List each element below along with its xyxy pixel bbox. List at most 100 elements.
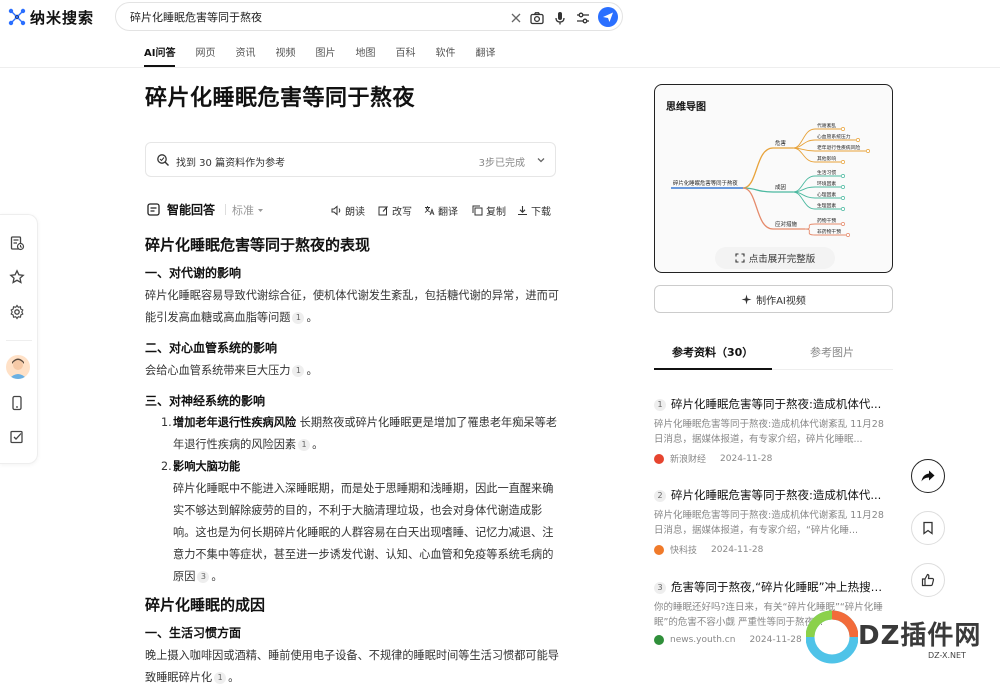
causes-heading: 碎片化睡眠的成因 — [145, 596, 266, 614]
main-content: 碎片化睡眠危害等同于熬夜 — [145, 80, 565, 112]
mind-map-leaf-node: 药物干预 — [817, 217, 836, 224]
like-button[interactable] — [911, 563, 945, 597]
mind-map-leaf-dot — [866, 149, 870, 153]
references-summary[interactable]: 找到 30 篇资料作为参考 3步已完成 — [145, 142, 556, 177]
history-icon[interactable] — [9, 235, 25, 251]
reference-number: 2 — [654, 490, 666, 502]
translate-icon — [424, 206, 435, 216]
mind-map-leaf-node: 代谢紊乱 — [817, 122, 836, 129]
tab-images[interactable]: 图片 — [315, 44, 335, 67]
list-number: 2. — [161, 460, 172, 473]
tab-software[interactable]: 软件 — [435, 44, 455, 67]
expand-button[interactable]: 点击展开完整版 — [715, 247, 835, 269]
logo[interactable]: 纳米搜索 — [8, 6, 94, 28]
nervous-heading: 三、对神经系统的影响 — [145, 394, 266, 408]
star-icon[interactable] — [9, 269, 25, 285]
copy-button[interactable]: 复制 — [472, 203, 506, 218]
top-header: 纳米搜索 AI问答 网页 资讯 视频 图片 地图 百科 软件 翻译 — [0, 0, 1000, 68]
make-ai-video-button[interactable]: 制作AI视频 — [654, 285, 893, 313]
tab-translate[interactable]: 翻译 — [475, 44, 495, 67]
reference-date: 2024-11-28 — [720, 453, 773, 464]
search-input[interactable] — [130, 8, 490, 26]
mind-map-branch-node: 成因 — [775, 183, 787, 191]
mind-map-leaf-connector — [792, 191, 816, 210]
tab-ai[interactable]: AI问答 — [144, 44, 176, 67]
rail-divider — [6, 340, 32, 341]
answer-content: 碎片化睡眠危害等同于熬夜的表现 一、对代谢的影响 碎片化睡眠容易导致代谢综合征，… — [145, 234, 560, 689]
speaker-icon — [331, 205, 341, 216]
mind-map-leaf-connector — [804, 228, 816, 236]
bookmark-icon — [923, 521, 933, 535]
list-item: 1. 增加老年退行性疾病风险 长期熬夜或碎片化睡眠更是增加了罹患老年痴呆等老年退… — [145, 412, 560, 456]
left-toolbar — [0, 214, 38, 464]
effects-heading: 碎片化睡眠危害等同于熬夜的表现 — [145, 236, 371, 254]
reference-snippet: 碎片化睡眠危害等同于熬夜:造成机体代谢紊乱 11月28日消息，据媒体报道，有专家… — [654, 419, 884, 445]
gear-icon[interactable] — [9, 304, 25, 320]
citation-badge[interactable]: 3 — [197, 571, 210, 583]
active-tab-indicator — [654, 368, 772, 370]
reference-number: 3 — [654, 582, 666, 594]
microphone-icon[interactable] — [552, 10, 568, 26]
mind-map-leaf-connector — [792, 128, 816, 149]
list-item: 2. 影响大脑功能 碎片化睡眠中不能进入深睡眠期，而是处于思睡期和浅睡期，因此一… — [145, 456, 560, 588]
cardio-paragraph: 会给心血管系统带来巨大压力 1。 — [145, 364, 318, 377]
bookmark-button[interactable] — [911, 511, 945, 545]
list-item-title: 影响大脑功能 — [173, 460, 241, 473]
reference-item[interactable]: 1 碎片化睡眠危害等同于熬夜:造成机体代... 碎片化睡眠危害等同于熬夜:造成机体… — [654, 396, 884, 465]
mind-map-leaf-dot — [841, 196, 845, 200]
metabolism-paragraph: 碎片化睡眠容易导致代谢综合征，使机体代谢发生紊乱，包括糖代谢的异常，进而可能引发… — [145, 289, 559, 324]
mind-map-leaf-dot — [841, 185, 845, 189]
watermark-logo-icon — [806, 610, 858, 664]
tab-references[interactable]: 参考资料（30） — [672, 344, 753, 360]
mobile-icon[interactable] — [9, 395, 25, 411]
mind-map-card[interactable]: 思维导图 碎片化睡眠危害等同于熬夜 危害 代谢紊乱 心血管系统压力 老年退行性疾病风险其… — [654, 84, 893, 273]
habits-text: 晚上摄入咖啡因或酒精、睡前使用电子设备、不规律的睡眠时间等生活习惯都可能导致睡眠… — [145, 649, 559, 684]
tab-video[interactable]: 视频 — [275, 44, 295, 67]
mind-map-leaf-dot — [841, 174, 845, 178]
tab-reference-images[interactable]: 参考图片 — [810, 344, 854, 360]
list-item-title: 增加老年退行性疾病风险 — [173, 416, 297, 429]
citation-badge[interactable]: 1 — [292, 365, 305, 377]
page-title: 碎片化睡眠危害等同于熬夜 — [145, 86, 416, 111]
search-tabs: AI问答 网页 资讯 视频 图片 地图 百科 软件 翻译 — [144, 44, 515, 67]
tab-web[interactable]: 网页 — [195, 44, 215, 67]
sparkle-icon — [741, 294, 752, 304]
camera-icon[interactable] — [529, 10, 545, 26]
mind-map-leaf-node: 非药物干预 — [817, 228, 841, 235]
cardio-text: 会给心血管系统带来巨大压力 — [145, 364, 291, 377]
read-aloud-button[interactable]: 朗读 — [331, 203, 365, 218]
reference-date: 2024-11-28 — [749, 635, 802, 645]
reference-title: 危害等同于熬夜,“碎片化睡眠”冲上热搜!... — [671, 580, 884, 594]
mind-map-leaf-node: 心血管系统压力 — [817, 133, 851, 140]
translate-button[interactable]: 翻译 — [424, 203, 458, 218]
citation-badge[interactable]: 1 — [298, 439, 311, 451]
references-count: 找到 30 篇资料作为参考 — [176, 158, 286, 169]
download-label: 下载 — [531, 207, 551, 218]
copy-label: 复制 — [486, 207, 506, 218]
search-box — [115, 2, 623, 31]
reference-title: 碎片化睡眠危害等同于熬夜:造成机体代... — [671, 488, 882, 502]
share-button[interactable] — [911, 459, 945, 493]
mind-map-leaf-dot — [841, 160, 845, 164]
mode-select[interactable]: 标准 — [232, 202, 264, 218]
citation-badge[interactable]: 1 — [292, 312, 305, 324]
settings-sliders-icon[interactable] — [575, 10, 591, 26]
rewrite-label: 改写 — [392, 207, 412, 218]
tab-maps[interactable]: 地图 — [355, 44, 375, 67]
habits-heading: 一、生活习惯方面 — [145, 626, 242, 640]
clear-icon[interactable] — [508, 10, 524, 26]
avatar[interactable] — [6, 355, 30, 379]
mind-map-leaf-dot — [841, 207, 845, 211]
reference-item[interactable]: 2 碎片化睡眠危害等同于熬夜:造成机体代... 碎片化睡眠危害等同于熬夜:造成机体… — [654, 487, 884, 556]
mind-map-diagram: 碎片化睡眠危害等同于熬夜 危害 代谢紊乱心血管系统压力老年退行性疾病风险其他影响成因… — [671, 122, 870, 237]
edit-note-icon[interactable] — [9, 429, 25, 445]
tab-baike[interactable]: 百科 — [395, 44, 415, 67]
mind-map-branch-node: 危害 — [775, 139, 787, 147]
copy-icon — [472, 205, 483, 216]
tab-news[interactable]: 资讯 — [235, 44, 255, 67]
rewrite-button[interactable]: 改写 — [378, 203, 412, 218]
send-button[interactable] — [598, 7, 618, 27]
metabolism-text: 碎片化睡眠容易导致代谢综合征，使机体代谢发生紊乱，包括糖代谢的异常，进而可能引发… — [145, 289, 559, 324]
download-button[interactable]: 下载 — [517, 203, 551, 218]
mind-map-branch-connector — [742, 187, 774, 230]
